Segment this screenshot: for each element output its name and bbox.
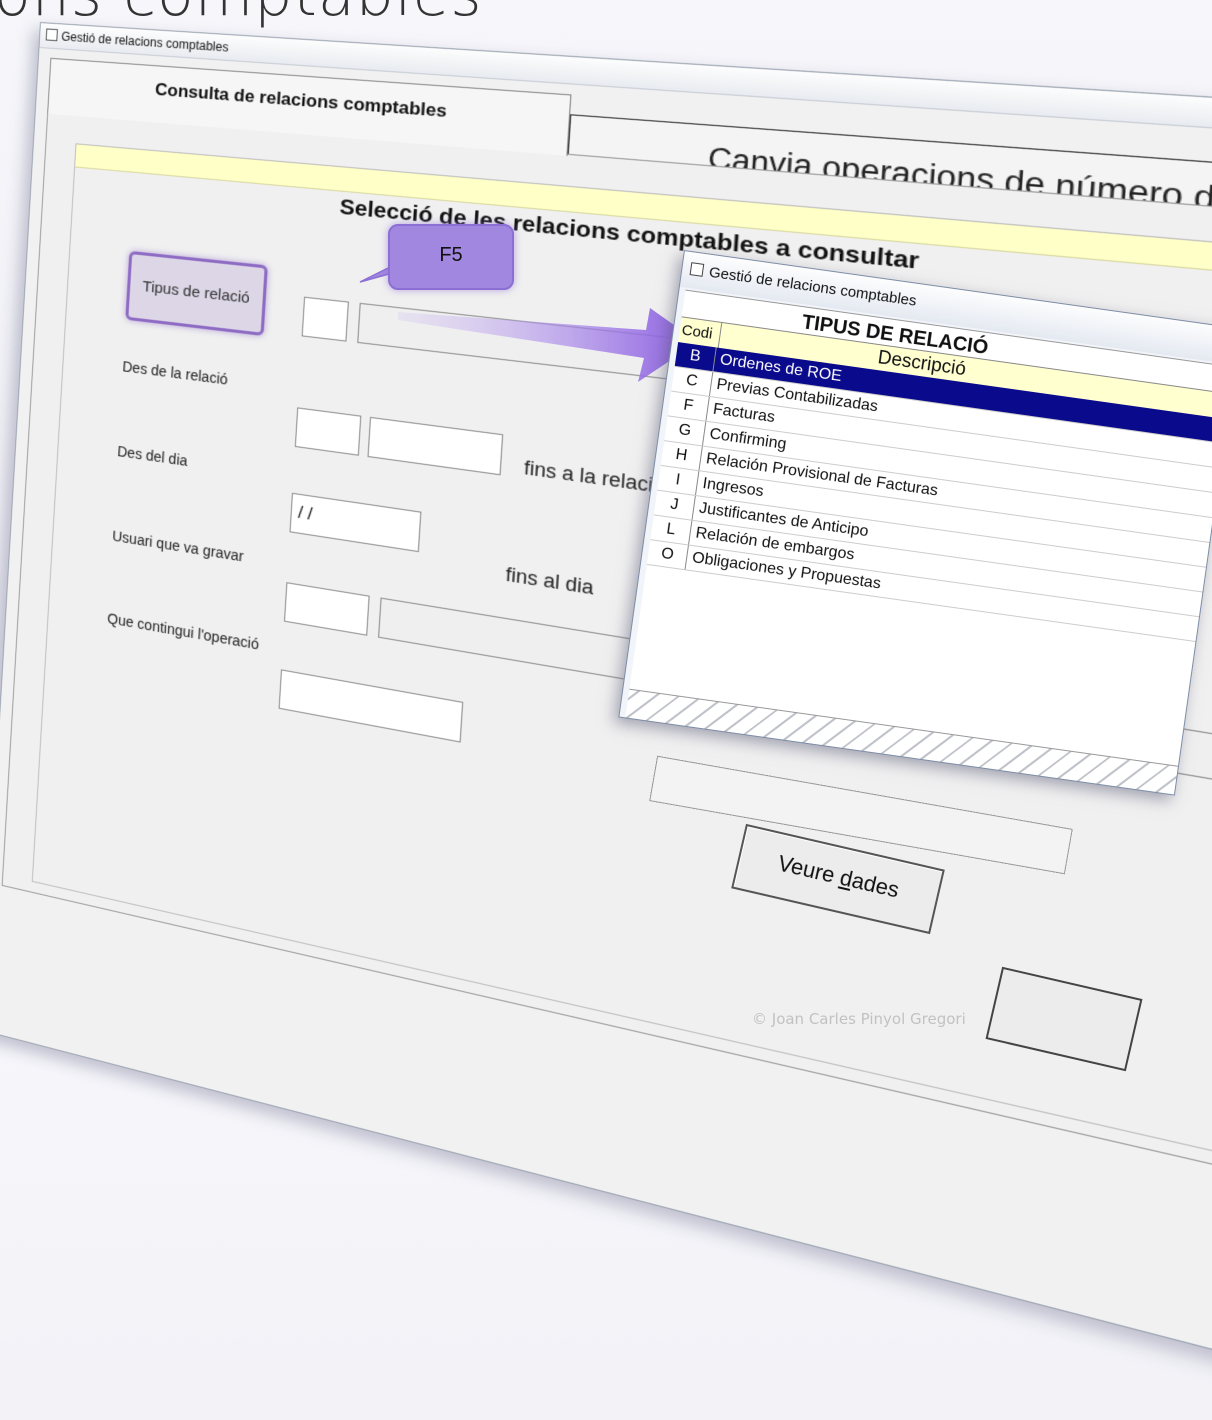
des-relacio-type-field[interactable] <box>295 407 362 455</box>
f5-callout: F5 <box>388 224 514 290</box>
watermark: © Joan Carles Pinyol Gregori <box>752 1010 966 1028</box>
window-title: Gestió de relacions comptables <box>61 29 229 54</box>
tipus-relacio-popup: Gestió de relacions comptables TIPUS DE … <box>618 250 1212 796</box>
que-contingui-label: Que contingui l'operació <box>107 610 260 653</box>
fins-dia-label: fins al dia <box>505 563 594 600</box>
popup-grid: TIPUS DE RELACIÓ Codi Descripció B Ordene… <box>625 290 1212 795</box>
des-relacio-number-field[interactable] <box>367 417 503 476</box>
arrow-icon <box>398 290 708 390</box>
fins-relacio-label: fins a la relació <box>523 457 665 499</box>
tipus-code-field[interactable] <box>302 297 349 342</box>
veure-dades-label-rest: ades <box>849 868 901 903</box>
usuari-label: Usuari que va gravar <box>112 527 244 564</box>
tipus-relacio-button[interactable]: Tipus de relació <box>125 251 268 336</box>
app-icon <box>690 262 705 277</box>
des-relacio-label: Des de la relació <box>122 358 228 388</box>
veure-dades-label: Veure <box>776 850 844 889</box>
des-dia-label: Des del dia <box>117 443 188 469</box>
operacio-field[interactable] <box>279 669 464 742</box>
row-codi: O <box>647 540 689 569</box>
usuari-code-field[interactable] <box>284 582 370 636</box>
app-icon <box>46 28 58 41</box>
des-dia-field[interactable]: / / <box>289 493 421 552</box>
